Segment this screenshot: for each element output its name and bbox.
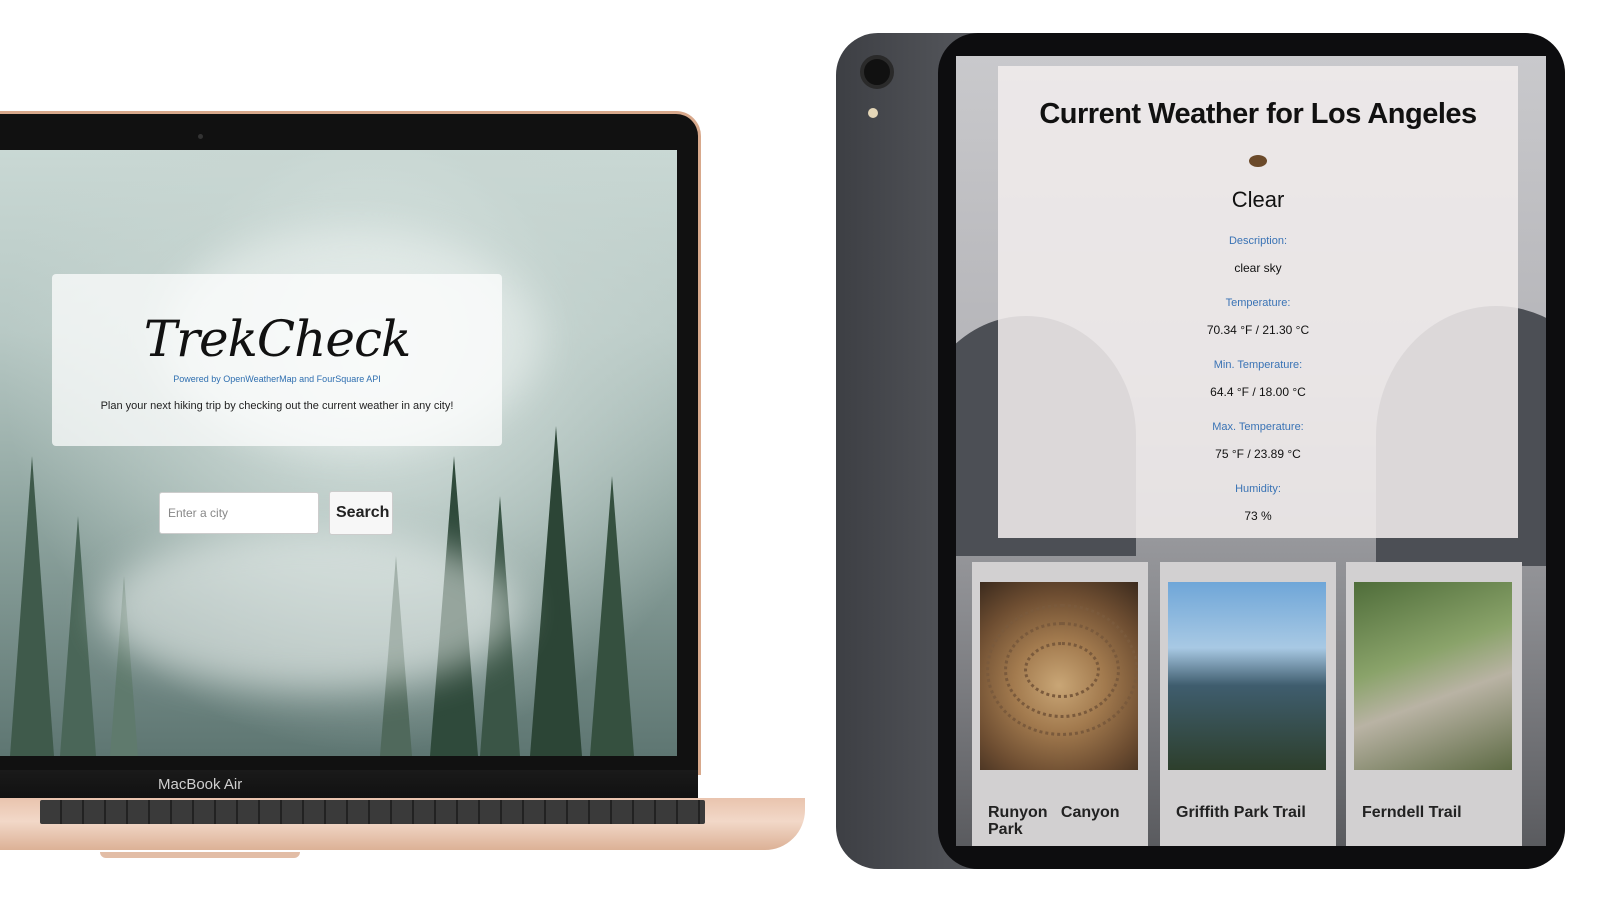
city-search-input[interactable] [159,492,319,534]
trail-name: Ferndell Trail [1362,804,1462,821]
description-label: Description: [1228,235,1288,247]
fog-layer [100,530,520,690]
tree [10,456,54,756]
tree [60,516,96,756]
tablet-screen: Current Weather for Los Angeles Clear De… [956,56,1546,846]
hero-card: TrekCheck Powered by OpenWeatherMap and … [52,274,502,446]
description-value: clear sky [1234,261,1282,275]
humidity-label: Humidity: [1235,483,1281,495]
min-temperature-label: Min. Temperature: [1213,359,1303,371]
powered-by-text: Powered by OpenWeatherMap and FourSquare… [173,374,381,384]
app-title: TrekCheck [143,310,412,368]
temperature-label: Temperature: [1225,297,1291,309]
rock-ring [986,604,1138,736]
tree [590,476,634,756]
weather-title: Current Weather for Los Angeles [1039,98,1477,130]
laptop-screen: TrekCheck Powered by OpenWeatherMap and … [0,150,677,756]
laptop-camera [198,134,203,139]
min-temperature-value: 64.4 °F / 18.00 °C [1210,385,1306,399]
trail-photo [980,582,1138,770]
tagline: Plan your next hiking trip by checking o… [100,400,454,412]
trail-card[interactable]: Runyon Canyon Park [972,562,1148,846]
humidity-value: 73 % [1244,509,1272,523]
tree [530,426,582,756]
max-temperature-value: 75 °F / 23.89 °C [1215,447,1301,461]
laptop-trackpad-notch [100,852,300,858]
weather-card: Current Weather for Los Angeles Clear De… [998,66,1518,538]
trail-name: Griffith Park Trail [1176,804,1306,821]
tablet-camera-icon [860,55,894,89]
laptop-model-label: MacBook Air [158,776,243,793]
trail-photo [1168,582,1326,770]
clear-weather-icon [1249,155,1267,167]
weather-condition: Clear [1231,187,1285,212]
trail-card[interactable]: Ferndell Trail [1346,562,1522,846]
laptop-keyboard [40,800,705,824]
trail-card[interactable]: Griffith Park Trail [1160,562,1336,846]
trail-name: Runyon Canyon Park [988,804,1125,838]
search-button[interactable]: Search [329,491,393,535]
laptop-chin [0,770,698,798]
temperature-value: 70.34 °F / 21.30 °C [1206,323,1310,337]
trail-photo [1354,582,1512,770]
max-temperature-label: Max. Temperature: [1212,421,1304,433]
tablet-flash-icon [868,108,878,118]
